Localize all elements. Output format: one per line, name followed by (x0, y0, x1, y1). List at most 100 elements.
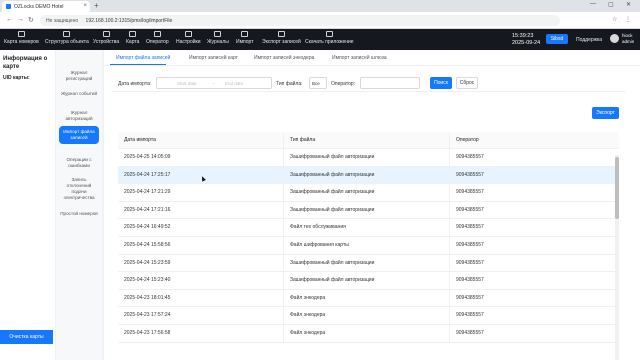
table-row[interactable]: 2025-04-24 15:58:56 Файл шифрования карты… (118, 236, 619, 255)
export-button[interactable]: Экспорт (592, 107, 619, 119)
settings-icon (184, 31, 192, 37)
sidenav-item-registrations[interactable]: Журнал регистраций (59, 70, 99, 82)
table-row[interactable]: 2025-04-23 18:01:45 Файл энкодера 90943855… (118, 289, 619, 308)
menu-download-app[interactable]: Скачать приложение (305, 31, 354, 45)
operator-input[interactable] (360, 77, 420, 89)
cell-file-type: Файл шифрования карты (284, 236, 450, 254)
menu-operator[interactable]: Оператор (146, 31, 169, 45)
end-date-placeholder: End date (225, 81, 244, 86)
menu-structure[interactable]: Структура объекта (45, 31, 89, 45)
import-date-label: Дата импорта: (118, 81, 152, 87)
cell-file-type: Файл тех обслуживания (284, 219, 450, 236)
column-operator[interactable]: Оператор (450, 132, 619, 148)
header-date: 2025-09-24 (512, 40, 541, 46)
sidenav-item-error-operations[interactable]: Операции с ошибками (59, 157, 99, 169)
menu-card[interactable]: Карта (126, 31, 139, 45)
cell-operator: 9094385557 (456, 312, 484, 319)
filter-bar: Дата импорта: Start date - End date Тип … (112, 76, 626, 92)
menu-logs[interactable]: Журналы (207, 31, 229, 45)
cell-file-type: Зашифрованный файл авторизации (284, 166, 450, 184)
tab-divider (104, 65, 640, 66)
column-file-type[interactable]: Тип файла (284, 132, 450, 148)
sidenav-item-room-idle[interactable]: Простой номеров (59, 211, 99, 217)
tab-import-gateway-records[interactable]: Импорт записей шлюза (332, 55, 387, 61)
cell-operator: 9094385557 (456, 259, 484, 266)
cell-import-date: 2025-04-23 17:56:58 (118, 324, 284, 342)
cell-operator: 9094385557 (456, 154, 484, 160)
table-row[interactable]: 2025-04-24 15:23:40 Зашифрованный файл ав… (118, 272, 619, 290)
card-info-panel: Информация о карте UID карты: Очистка ка… (0, 50, 55, 360)
clear-card-button[interactable]: Очистка карты (0, 330, 53, 344)
back-icon[interactable]: ← (6, 16, 13, 23)
new-tab-button[interactable]: + (94, 1, 99, 10)
table-row[interactable]: 2025-04-24 15:23:59 Зашифрованный файл ав… (118, 254, 619, 273)
table-row[interactable]: 2025-04-23 17:56:58 Файл энкодера 90943855… (118, 324, 619, 343)
sidenav-item-events[interactable]: Журнал событий (59, 91, 99, 97)
scrollbar-thumb[interactable] (615, 157, 619, 219)
browser-tab[interactable]: OZLocks DEMO Hotel × (2, 1, 90, 12)
user-menu[interactable]: hiock admin (622, 33, 634, 45)
logs-icon (214, 31, 222, 37)
cell-import-date: 2025-04-23 17:57:24 (118, 307, 284, 324)
export-icon (277, 31, 285, 37)
card-uid-label: UID карты: (3, 75, 30, 81)
app-header: Карта номеров Структура объекта Устройст… (0, 29, 640, 50)
cell-operator: 9094385557 (456, 206, 484, 213)
range-separator: - (213, 81, 215, 86)
browser-menu-icon[interactable]: ☆ ⋮ (612, 16, 634, 23)
menu-devices[interactable]: Устройства (93, 31, 119, 45)
search-button[interactable]: Поиск (430, 77, 452, 89)
url-text: 192.168.100.2:1315/pms/log/importFile (85, 18, 173, 24)
menu-export[interactable]: Экспорт записей (262, 31, 301, 45)
menu-settings[interactable]: Настройки (176, 31, 201, 45)
table-row[interactable]: 2025-04-24 16:49:52 Файл тех обслуживания… (118, 219, 619, 237)
tab-import-encoder-records[interactable]: Импорт записей энкодера (254, 55, 314, 61)
security-indicator[interactable]: Не защищено (46, 18, 78, 24)
avatar[interactable] (610, 34, 619, 43)
browser-tab-title: OZLocks DEMO Hotel (14, 4, 64, 10)
cell-import-date: 2025-04-24 15:23:59 (118, 254, 284, 272)
cell-operator: 9094385557 (456, 189, 484, 196)
date-range-picker[interactable]: Start date - End date (156, 77, 272, 89)
forward-icon[interactable]: → (17, 16, 24, 23)
tab-import-file-records[interactable]: Импорт файла записей (116, 55, 170, 61)
cell-import-date: 2025-04-25 14:05:09 (118, 149, 284, 166)
cell-file-type: Файл энкодера (284, 324, 450, 342)
table-row[interactable]: 2025-04-24 17:21:29 Зашифрованный файл ав… (118, 184, 619, 202)
column-import-date[interactable]: Дата импорта (118, 132, 284, 148)
reset-button[interactable]: Сброс (456, 77, 478, 89)
menu-import[interactable]: Импорт (236, 31, 253, 45)
close-tab-icon[interactable]: × (83, 3, 87, 9)
cell-import-date: 2025-04-23 18:01:45 (118, 289, 284, 307)
cell-file-type: Файл энкодера (284, 307, 450, 324)
file-type-label: Тип файла: (276, 81, 303, 87)
table-row[interactable]: 2025-04-24 17:21:16 Зашифрованный файл ав… (118, 201, 619, 220)
tab-import-card-records[interactable]: Импорт записей карт (189, 55, 238, 61)
cell-operator: 9094385557 (456, 241, 484, 248)
close-window-icon[interactable]: ✕ (626, 1, 631, 8)
maximize-icon[interactable]: ▢ (608, 1, 614, 8)
table-row[interactable]: 2025-04-23 17:57:24 Файл энкодера 90943855… (118, 307, 619, 325)
browser-tabstrip: OZLocks DEMO Hotel × + — ▢ ✕ (0, 0, 640, 12)
table-row[interactable]: 2025-04-25 14:05:09 Зашифрованный файл ав… (118, 149, 619, 167)
sidenav-item-power-deviations[interactable]: Запись отклонений подачи электричества (59, 177, 99, 201)
support-link[interactable]: Поддержка (576, 37, 602, 43)
reload-icon[interactable]: ↻ (28, 16, 34, 24)
sidenav-item-authorizations[interactable]: Журнал авторизаций (59, 110, 99, 122)
header-action-button[interactable]: Sibsd (546, 34, 568, 44)
minimize-icon[interactable]: — (590, 1, 596, 7)
menu-room-map[interactable]: Карта номеров (4, 31, 39, 45)
url-field[interactable]: Не защищено 192.168.100.2:1315/pms/log/i… (40, 15, 560, 26)
file-type-select[interactable]: Все (309, 77, 327, 89)
cell-operator: 9094385557 (456, 171, 484, 178)
cell-import-date: 2025-04-24 16:49:52 (118, 219, 284, 236)
import-table: Дата импорта Тип файла Оператор 2025-04-… (118, 132, 619, 343)
sidenav-item-import-files[interactable]: Импорт файла записей (59, 126, 99, 144)
cell-import-date: 2025-04-24 17:21:29 (118, 184, 284, 201)
scrollbar[interactable] (615, 155, 619, 360)
cell-file-type: Зашифрованный файл авторизации (284, 184, 450, 201)
operator-icon (153, 31, 161, 37)
table-header: Дата импорта Тип файла Оператор (118, 132, 619, 149)
operator-label: Оператор: (331, 81, 356, 87)
table-row[interactable]: 2025-04-24 17:25:17 Зашифрованный файл ав… (118, 166, 619, 185)
